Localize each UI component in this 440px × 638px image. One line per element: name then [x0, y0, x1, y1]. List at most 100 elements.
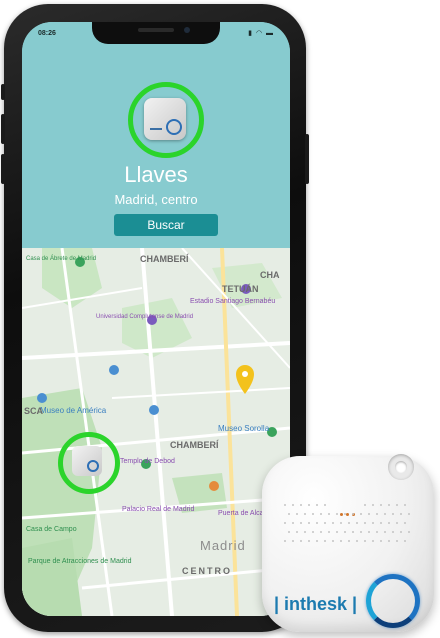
grille-dot [352, 513, 354, 515]
grille-dot [372, 540, 374, 542]
grille-dot [384, 513, 386, 515]
grille-dot [352, 531, 354, 533]
map-label-parque-atracciones: Parque de Atracciones de Madrid [28, 558, 132, 565]
grille-dot [388, 540, 390, 542]
map-label-templo: Templo de Debod [120, 458, 175, 465]
grille-dot [348, 522, 350, 524]
grille-dot [408, 513, 410, 515]
map-label-centro: CENTRO [182, 566, 232, 576]
grille-dot [344, 531, 346, 533]
volume-up-button [1, 114, 5, 144]
keyring-hole [388, 454, 414, 480]
marker-ring-mini [87, 460, 99, 472]
device-name: Llaves [124, 162, 188, 187]
grille-dot [292, 504, 294, 506]
brand-logo: | inthesk | [274, 594, 358, 614]
grille-dot [360, 531, 362, 533]
tracker-button-ring [366, 574, 420, 628]
notch [92, 22, 220, 44]
grille-dot [292, 540, 294, 542]
map-label-madrid: Madrid [200, 538, 246, 553]
device-location: Madrid, centro [114, 192, 198, 207]
grille-dot [288, 513, 290, 515]
search-button[interactable]: Buscar [114, 214, 218, 236]
map-label-cha: CHA [260, 270, 280, 280]
grille-dot [308, 540, 310, 542]
grille-dot [404, 540, 406, 542]
grille-dot [296, 513, 298, 515]
map-label-museo: Museo de América [40, 406, 107, 415]
device-header: 08:26 ▮ ◠ ▬ Llaves Madrid, centro Buscar [22, 22, 290, 248]
grille-dot [340, 522, 342, 524]
grille-dot [296, 531, 298, 533]
grille-dot [384, 531, 386, 533]
grille-dot [336, 531, 338, 533]
grille-dot [300, 522, 302, 524]
map-label-tetuan: TETUÁN [222, 284, 259, 294]
grille-dot [364, 540, 366, 542]
grille-dot [300, 504, 302, 506]
grille-dot [368, 531, 370, 533]
grille-dot [336, 513, 338, 515]
grille-dot [300, 540, 302, 542]
grille-dot [388, 504, 390, 506]
grille-dot [332, 540, 334, 542]
grille-dot [316, 504, 318, 506]
tracker-product: | inthesk | [258, 440, 440, 638]
grille-dot [340, 540, 342, 542]
grille-dot [316, 540, 318, 542]
grille-dot [368, 513, 370, 515]
tracker-body: | inthesk | [262, 454, 434, 632]
grille-dot [376, 513, 378, 515]
grille-dot [324, 504, 326, 506]
grille-dot [324, 540, 326, 542]
grille-dot [304, 531, 306, 533]
grille-dot [396, 522, 398, 524]
map-label-palacio: Palacio Real de Madrid [122, 506, 195, 513]
speaker-grille [138, 28, 174, 32]
grille-dot [396, 540, 398, 542]
grille-dot [292, 522, 294, 524]
mute-switch [1, 84, 5, 100]
map-label-estadio: Estadio Santiago Bernabéu [190, 298, 276, 305]
grille-dot [284, 540, 286, 542]
grille-dot [372, 522, 374, 524]
grille-dot [356, 540, 358, 542]
grille-dot [392, 531, 394, 533]
grille-dot [304, 513, 306, 515]
volume-down-button [1, 154, 5, 184]
status-time: 08:26 [38, 30, 56, 37]
keyring-hole-inner [395, 461, 407, 473]
map-label-sorolla: Museo Sorolla [218, 424, 270, 433]
map-label-casa-campo: Casa de Campo [26, 526, 77, 533]
button-ring-mini [166, 119, 182, 135]
grille-dot [380, 522, 382, 524]
grille-dot [356, 522, 358, 524]
phone-screen: 08:26 ▮ ◠ ▬ Llaves Madrid, centro Buscar [22, 22, 290, 616]
map-label-sca: SCA [24, 406, 44, 416]
tracker-device-icon[interactable] [144, 98, 186, 140]
grille-dot [328, 531, 330, 533]
device-location-marker[interactable] [72, 446, 102, 476]
grille-dot [308, 522, 310, 524]
grille-dot [396, 504, 398, 506]
map-label-chamberi: CHAMBERÍ [170, 440, 219, 450]
brand-mark-mini [150, 128, 162, 130]
grille-dot [364, 504, 366, 506]
map-label-caco: Casa de Ábrete de Madrid [26, 256, 97, 262]
status-icons: ▮ ◠ ▬ [248, 30, 274, 37]
grille-dot [348, 540, 350, 542]
map-view[interactable]: CHAMBERÍ TETUÁN CHA Estadio Santiago Ber… [22, 248, 290, 616]
grille-dot [404, 522, 406, 524]
grille-dot [392, 513, 394, 515]
grille-dot [320, 531, 322, 533]
grille-dot [404, 504, 406, 506]
grille-dot [388, 522, 390, 524]
grille-dot [344, 513, 346, 515]
map-label-chamberi-top: CHAMBERÍ [140, 254, 189, 264]
grille-dot [360, 513, 362, 515]
grille-dot [400, 513, 402, 515]
grille-dot [376, 531, 378, 533]
grille-dot [380, 504, 382, 506]
grille-dot [316, 522, 318, 524]
